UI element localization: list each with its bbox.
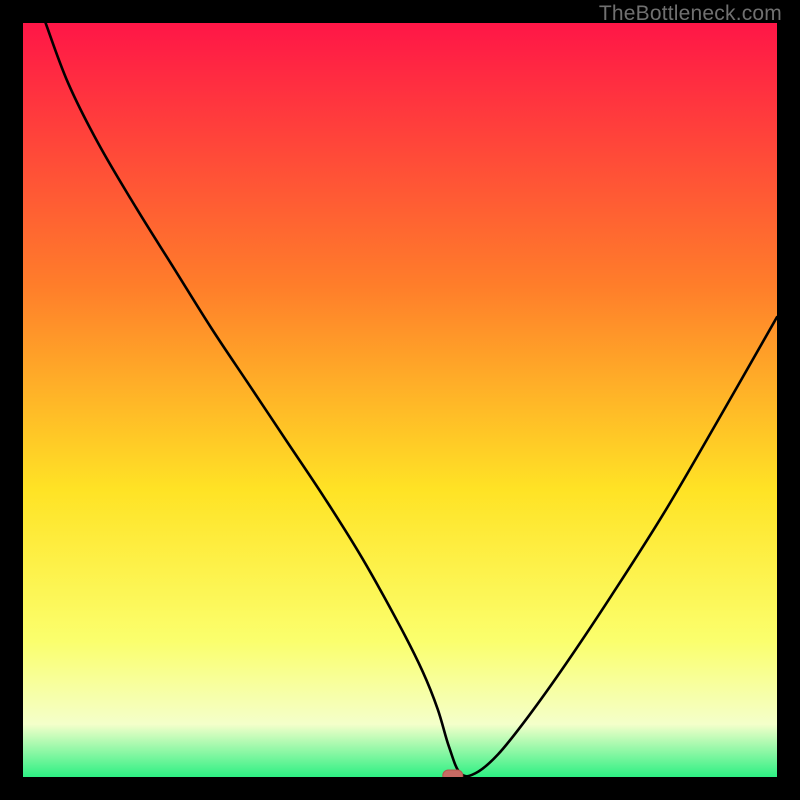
plot-area (23, 23, 777, 777)
chart-frame: TheBottleneck.com (0, 0, 800, 800)
optimal-marker (443, 770, 463, 777)
chart-svg (23, 23, 777, 777)
gradient-background (23, 23, 777, 777)
watermark-text: TheBottleneck.com (599, 2, 782, 26)
